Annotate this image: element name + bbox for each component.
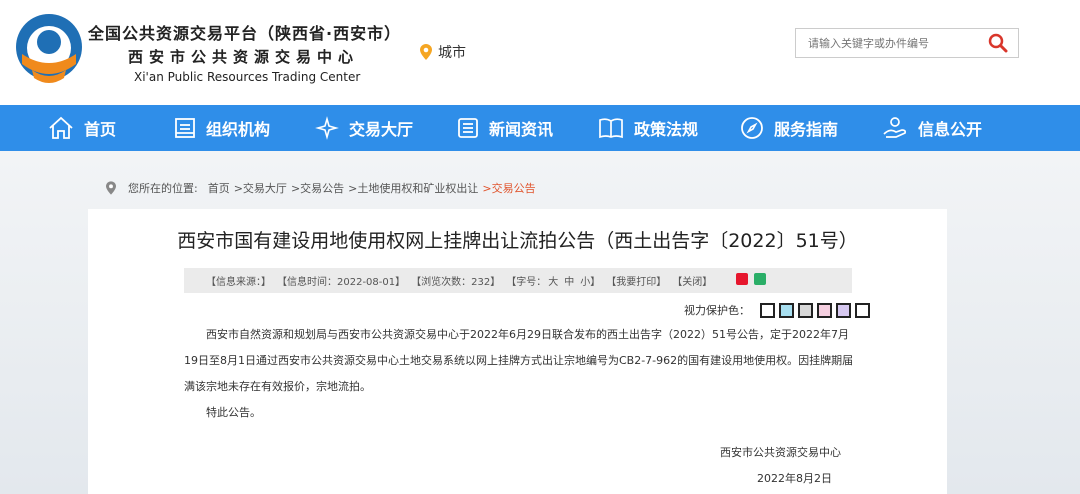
breadcrumb-home[interactable]: 首页 <box>208 180 230 196</box>
vision-swatch-blue[interactable] <box>779 302 794 318</box>
share-buttons <box>736 273 766 285</box>
font-size-large[interactable]: 大 <box>548 273 558 288</box>
breadcrumb-announcements[interactable]: >交易公告 <box>291 180 344 196</box>
breadcrumb-land-transfer[interactable]: >土地使用权和矿业权出让 <box>348 180 478 196</box>
book-icon <box>599 118 623 139</box>
article-paragraph: 西安市自然资源和规划局与西安市公共资源交易中心于2022年6月29日联合发布的西… <box>184 328 854 393</box>
breadcrumb-current[interactable]: >交易公告 <box>482 180 535 196</box>
location-pin-icon <box>106 181 116 195</box>
nav-label: 政策法规 <box>634 120 699 139</box>
trade-icon <box>315 116 339 140</box>
meta-font-size-label: 【字号： <box>506 277 547 288</box>
vision-swatch-gray[interactable] <box>798 302 813 318</box>
meta-source: 【信息来源：】 <box>206 277 271 288</box>
article-body: 西安市自然资源和规划局与西安市公共资源交易中心于2022年6月29日联合发布的西… <box>184 322 854 426</box>
font-size-medium[interactable]: 中 <box>564 273 574 288</box>
breadcrumb-trade-hall[interactable]: >交易大厅 <box>234 180 287 196</box>
nav-item-info[interactable]: 信息公开 <box>882 105 982 151</box>
site-header: 全国公共资源交易平台（陕西省·西安市） 西安市公共资源交易中心 Xi'an Pu… <box>0 0 1080 105</box>
vision-swatch-default[interactable] <box>855 302 870 318</box>
site-logo[interactable] <box>14 12 84 86</box>
main-nav: 首页 组织机构 交易大厅 新闻资讯 政策法规 服务指南 信息公开 <box>0 105 1080 151</box>
article-title: 西安市国有建设用地使用权网上挂牌出让流拍公告（西土出告字〔2022〕51号） <box>177 230 858 252</box>
news-icon <box>458 118 478 138</box>
nav-label: 服务指南 <box>774 120 839 139</box>
nav-item-service[interactable]: 服务指南 <box>740 105 838 151</box>
font-size-small[interactable]: 小】 <box>580 273 600 288</box>
nav-label: 信息公开 <box>918 120 983 139</box>
article-date: 2022年8月2日 <box>757 472 832 485</box>
nav-item-home[interactable]: 首页 <box>48 105 116 151</box>
location-pin-icon <box>420 44 432 60</box>
vision-swatch-pink[interactable] <box>817 302 832 318</box>
article-paragraph: 特此公告。 <box>206 406 261 419</box>
site-title: 全国公共资源交易平台（陕西省·西安市） 西安市公共资源交易中心 Xi'an Pu… <box>88 20 401 84</box>
nav-label: 新闻资讯 <box>489 120 554 139</box>
nav-label: 首页 <box>84 120 117 139</box>
city-selector[interactable]: 城市 <box>420 42 466 62</box>
breadcrumb-prefix: 您所在的位置: <box>128 182 198 195</box>
nav-label: 交易大厅 <box>349 120 414 139</box>
wechat-share-icon[interactable] <box>754 273 766 285</box>
nav-item-org[interactable]: 组织机构 <box>174 105 270 151</box>
article-signature: 西安市公共资源交易中心 <box>720 446 841 459</box>
meta-time: 【信息时间：2022-08-01】 <box>277 277 406 288</box>
vision-protect-colors: 视力保护色： <box>684 302 870 318</box>
vision-swatch-white[interactable] <box>760 302 775 318</box>
nav-item-news[interactable]: 新闻资讯 <box>457 105 553 151</box>
nav-label: 组织机构 <box>206 120 271 139</box>
search-box <box>795 28 1019 58</box>
org-icon <box>175 118 195 138</box>
print-link[interactable]: 【我要打印】 <box>606 273 666 288</box>
close-link[interactable]: 【关闭】 <box>672 273 712 288</box>
home-icon <box>49 116 73 139</box>
vision-swatch-purple[interactable] <box>836 302 851 318</box>
nav-item-policy[interactable]: 政策法规 <box>598 105 698 151</box>
meta-views: 【浏览次数：232】 <box>411 277 501 288</box>
site-title-cn: 全国公共资源交易平台（陕西省·西安市） <box>88 24 402 43</box>
info-icon <box>883 117 907 138</box>
vision-label: 视力保护色： <box>684 304 750 317</box>
article-panel: 西安市国有建设用地使用权网上挂牌出让流拍公告（西土出告字〔2022〕51号） 【… <box>88 209 947 494</box>
site-subtitle-cn: 西安市公共资源交易中心 <box>128 48 360 66</box>
search-icon[interactable] <box>988 33 1008 53</box>
city-label: 城市 <box>438 45 466 61</box>
search-input[interactable] <box>806 35 980 51</box>
site-title-en: Xi'an Public Resources Trading Center <box>134 70 361 84</box>
nav-item-trade[interactable]: 交易大厅 <box>315 105 413 151</box>
compass-icon <box>741 117 763 139</box>
breadcrumb: 您所在的位置: 首页 >交易大厅 >交易公告 >土地使用权和矿业权出让 >交易公… <box>106 180 536 196</box>
weibo-share-icon[interactable] <box>736 273 748 285</box>
